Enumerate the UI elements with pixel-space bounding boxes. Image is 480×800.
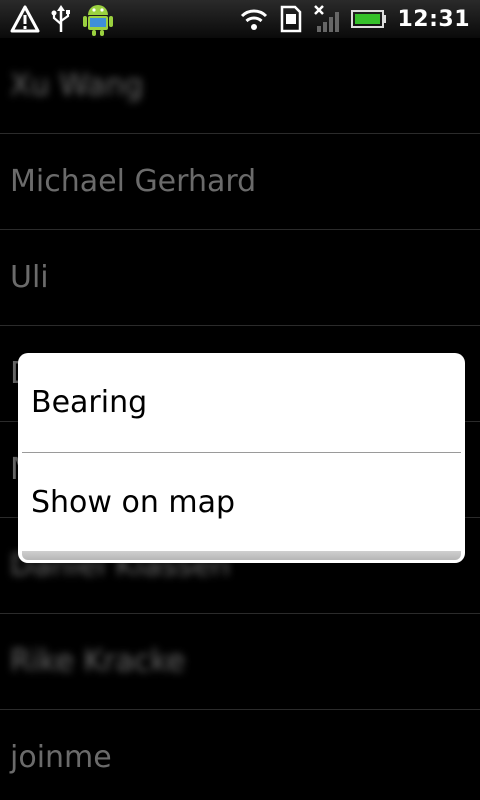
status-clock: 12:31	[397, 6, 470, 32]
menu-item-bearing[interactable]: Bearing	[18, 353, 465, 452]
battery-icon	[351, 9, 387, 29]
sim-icon	[279, 5, 303, 33]
menu-item-show-on-map[interactable]: Show on map	[18, 453, 465, 552]
android-icon	[82, 1, 114, 37]
usb-icon	[50, 4, 72, 34]
signal-bars-icon	[313, 4, 341, 34]
context-menu: Bearing Show on map	[18, 353, 465, 563]
app-screen: 12:31 Xu Wang Michael Gerhard Uli D M Da…	[0, 0, 480, 800]
status-system: 12:31	[239, 4, 470, 34]
menu-footer	[22, 551, 461, 560]
status-bar: 12:31	[0, 0, 480, 38]
wifi-icon	[239, 6, 269, 32]
warning-icon	[10, 5, 40, 33]
status-notifications	[10, 1, 114, 37]
